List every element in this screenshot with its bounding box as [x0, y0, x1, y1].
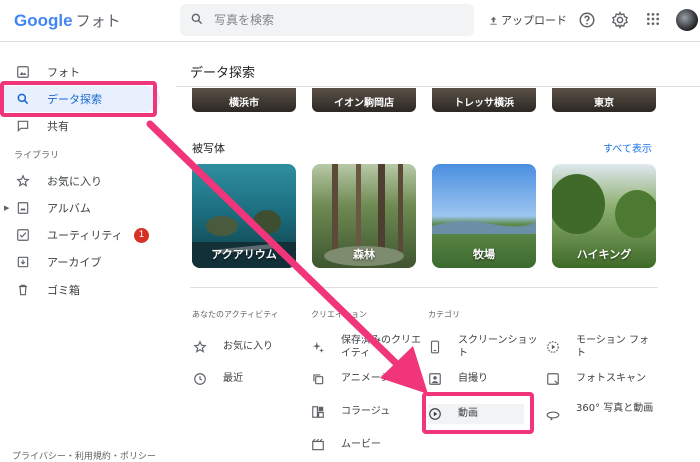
- notification-badge: 1: [134, 227, 149, 243]
- upload-icon: [490, 16, 497, 25]
- category-label: 自撮り: [458, 373, 488, 384]
- activity-label: お気に入り: [223, 341, 273, 352]
- place-label: 東京: [594, 98, 614, 109]
- sidebar-item-label: アーカイブ: [47, 256, 102, 269]
- creation-label: コラージュ: [341, 406, 391, 417]
- place-card[interactable]: 東京: [552, 88, 656, 112]
- subject-card-aquarium[interactable]: アクアリウム: [192, 164, 296, 268]
- category-screenshots[interactable]: スクリーンショット: [428, 334, 540, 362]
- library-section-label: ライブラリ: [14, 151, 60, 161]
- place-card[interactable]: 横浜市: [192, 88, 296, 112]
- sidebar-item-archive[interactable]: アーカイブ: [0, 249, 160, 275]
- clock-icon: [194, 373, 206, 385]
- place-label: トレッサ横浜: [454, 98, 514, 109]
- category-motion-photos[interactable]: モーション フォト: [546, 334, 658, 362]
- subject-card-pasture[interactable]: 牧場: [432, 164, 536, 268]
- motion-photo-icon: [547, 341, 559, 353]
- subject-label: アクアリウム: [211, 248, 277, 261]
- avatar[interactable]: [676, 9, 698, 31]
- see-all-link[interactable]: すべて表示: [603, 140, 652, 155]
- page-title: データ探索: [190, 66, 256, 81]
- creation-saved[interactable]: 保存済みのクリエイティ: [311, 334, 423, 362]
- sparkle-icon: [312, 341, 324, 353]
- settings-gear-icon[interactable]: [611, 11, 629, 29]
- creation-movie[interactable]: ムービー: [311, 438, 423, 454]
- subjects-section-title: 被写体: [192, 142, 225, 155]
- place-card[interactable]: トレッサ横浜: [432, 88, 536, 112]
- sidebar-item-albums[interactable]: ▶ アルバム: [0, 195, 160, 221]
- top-bar: Googleフォト アップロード: [0, 0, 700, 42]
- sidebar-item-label: フォト: [47, 66, 80, 79]
- highlight-box-explore: [0, 81, 157, 117]
- search-box[interactable]: [180, 4, 474, 36]
- creation-collage[interactable]: コラージュ: [311, 405, 423, 421]
- footer-links[interactable]: プライバシー・利用規約・ポリシー: [12, 449, 156, 462]
- category-360[interactable]: 360° 写真と動画: [546, 402, 658, 430]
- collage-icon: [312, 406, 324, 418]
- help-icon[interactable]: [578, 11, 596, 29]
- creation-label: 保存済みのクリエイティ: [341, 335, 421, 359]
- highlight-box-videos: [422, 392, 534, 434]
- portrait-icon: [429, 373, 441, 385]
- panorama-360-icon: [546, 411, 560, 421]
- star-icon: [16, 174, 30, 187]
- star-icon: [193, 340, 207, 353]
- sidebar-item-label: 共有: [47, 120, 69, 133]
- category-selfies[interactable]: 自撮り: [428, 372, 540, 388]
- phone-icon: [430, 340, 440, 354]
- creation-animation[interactable]: アニメーション: [311, 372, 423, 388]
- utility-icon: [17, 229, 29, 241]
- activity-favorites[interactable]: お気に入り: [193, 340, 303, 356]
- categories-heading: カテゴリ: [428, 310, 460, 319]
- movie-icon: [312, 438, 324, 451]
- sidebar-item-label: アルバム: [47, 202, 91, 215]
- activity-recent[interactable]: 最近: [193, 372, 303, 388]
- animation-icon: [313, 374, 324, 385]
- activity-heading: あなたのアクティビティ: [192, 310, 279, 319]
- subject-card-forest[interactable]: 森林: [312, 164, 416, 268]
- sidebar-item-label: お気に入り: [47, 175, 102, 188]
- upload-label: アップロード: [501, 14, 567, 27]
- photo-icon: [17, 66, 29, 78]
- subject-card-hiking[interactable]: ハイキング: [552, 164, 656, 268]
- sidebar-item-label: ユーティリティ: [47, 229, 123, 242]
- section-divider: [190, 287, 658, 288]
- place-label: 横浜市: [229, 98, 259, 109]
- archive-icon: [17, 256, 29, 268]
- upload-button[interactable]: アップロード: [488, 12, 567, 28]
- header-divider: [176, 86, 700, 87]
- search-icon[interactable]: [190, 12, 204, 26]
- chat-icon: [17, 120, 29, 133]
- category-label: フォトスキャン: [576, 373, 646, 384]
- logo-google: Google: [14, 11, 73, 30]
- creations-heading: クリエイション: [311, 310, 367, 319]
- creation-label: アニメーション: [341, 373, 411, 384]
- sidebar-item-utilities[interactable]: ユーティリティ 1: [0, 222, 160, 248]
- category-label: モーション フォト: [576, 335, 649, 359]
- place-card[interactable]: イオン駒岡店: [312, 88, 416, 112]
- place-label: イオン駒岡店: [334, 98, 394, 109]
- sidebar-item-favorites[interactable]: お気に入り: [0, 168, 160, 194]
- creation-label: ムービー: [341, 439, 381, 450]
- subject-label: 森林: [353, 248, 375, 261]
- apps-grid-icon[interactable]: [645, 11, 661, 27]
- subject-label: ハイキング: [576, 248, 632, 261]
- logo-product: フォト: [75, 13, 121, 30]
- google-photos-logo[interactable]: Google フォト: [14, 10, 121, 31]
- album-icon: [17, 202, 29, 214]
- subject-label: 牧場: [473, 248, 495, 261]
- activity-label: 最近: [223, 373, 243, 384]
- trash-icon: [18, 284, 28, 296]
- photoscan-icon: [547, 373, 559, 385]
- search-input[interactable]: [214, 10, 464, 30]
- category-photoscan[interactable]: フォトスキャン: [546, 372, 658, 388]
- sidebar-item-trash[interactable]: ゴミ箱: [0, 277, 160, 303]
- expand-caret-icon[interactable]: ▶: [4, 204, 9, 212]
- category-label: 360° 写真と動画: [576, 403, 654, 414]
- category-label: スクリーンショット: [458, 335, 538, 359]
- sidebar-item-label: ゴミ箱: [47, 284, 80, 297]
